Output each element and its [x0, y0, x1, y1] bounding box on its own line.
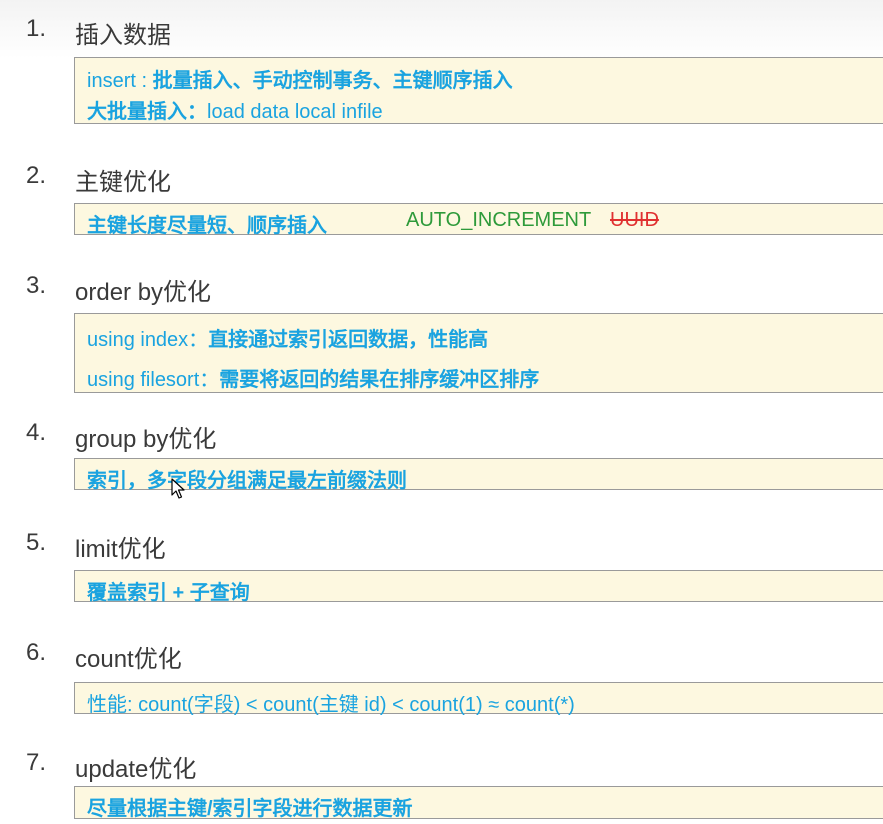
section-title-insert: 插入数据 — [75, 22, 171, 49]
section-box-primary-key: 主键长度尽量短、顺序插入 AUTO_INCREMENT UUID — [74, 203, 883, 237]
section-number: 5. — [26, 529, 47, 556]
box-line: 性能: count(字段) < count(主键 id) < count(1) … — [87, 694, 575, 716]
section-number: 6. — [26, 639, 47, 666]
box-line: 覆盖索引 + 子查询 — [87, 582, 250, 604]
section-box-insert: insert : 批量插入、手动控制事务、主键顺序插入 大批量插入：load d… — [74, 57, 883, 124]
line-rest: 直接通过索引返回数据，性能高 — [208, 329, 489, 351]
section-box-group-by: 索引，多字段分组满足最左前缀法则 — [74, 458, 883, 492]
box-line: 大批量插入：load data local infile — [87, 95, 383, 124]
box-line: 主键长度尽量短、顺序插入 — [87, 215, 327, 237]
section-title-update: update优化 — [75, 756, 197, 783]
box-line: 索引，多字段分组满足最左前缀法则 — [87, 470, 407, 492]
box-line: insert : 批量插入、手动控制事务、主键顺序插入 — [87, 64, 513, 93]
uuid-struck-label: UUID — [610, 209, 659, 231]
box-line: using filesort：需要将返回的结果在排序缓冲区排序 — [87, 363, 539, 392]
box-line: using index：直接通过索引返回数据，性能高 — [87, 323, 488, 352]
section-number: 4. — [26, 419, 47, 446]
section-title-order-by: order by优化 — [75, 279, 212, 306]
auto-increment-label: AUTO_INCREMENT — [406, 209, 592, 231]
section-number: 7. — [26, 749, 47, 776]
section-number: 2. — [26, 162, 47, 189]
section-box-order-by: using index：直接通过索引返回数据，性能高 using filesor… — [74, 313, 883, 393]
line-prefix: using index： — [87, 329, 209, 351]
section-number: 3. — [26, 272, 47, 299]
line-prefix: insert : — [87, 70, 153, 92]
section-box-count: 性能: count(字段) < count(主键 id) < count(1) … — [74, 682, 883, 716]
line-rest: load data local infile — [207, 101, 383, 123]
line-prefix: 大批量插入： — [87, 101, 207, 123]
line-rest: 需要将返回的结果在排序缓冲区排序 — [219, 369, 540, 391]
line-rest: 批量插入、手动控制事务、主键顺序插入 — [152, 70, 513, 92]
section-title-count: count优化 — [75, 646, 182, 673]
section-title-primary-key: 主键优化 — [75, 169, 171, 196]
section-number: 1. — [26, 15, 47, 42]
mouse-cursor-icon — [171, 478, 185, 499]
line-prefix: using filesort： — [87, 369, 220, 391]
section-title-group-by: group by优化 — [75, 426, 217, 453]
box-line: 尽量根据主键/索引字段进行数据更新 — [87, 798, 413, 820]
section-box-update: 尽量根据主键/索引字段进行数据更新 — [74, 786, 883, 820]
section-box-limit: 覆盖索引 + 子查询 — [74, 570, 883, 604]
section-title-limit: limit优化 — [75, 536, 166, 563]
